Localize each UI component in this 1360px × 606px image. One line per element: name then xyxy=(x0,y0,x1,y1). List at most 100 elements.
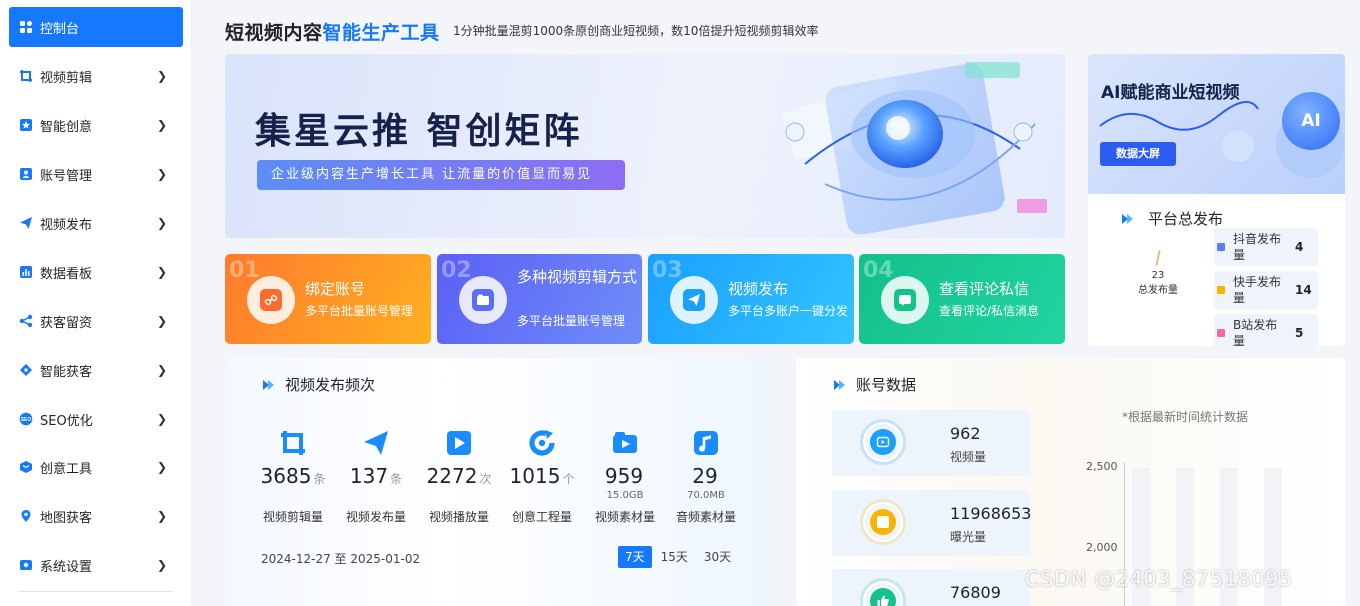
feature-card-title: 绑定账号 xyxy=(305,280,366,298)
section-marker-icon xyxy=(1122,213,1133,224)
hero-title: 集星云推 智创矩阵 xyxy=(255,111,583,152)
stat-label: 创意工程量 xyxy=(511,510,572,524)
crop-icon xyxy=(278,428,308,458)
feature-card-icon-wrap xyxy=(670,276,718,324)
feature-card-number: 03 xyxy=(652,258,683,283)
feature-card-2[interactable]: 02 多种视频剪辑方式 多平台批量账号管理 xyxy=(437,254,642,344)
metric-ring xyxy=(860,578,906,606)
settings-icon xyxy=(19,558,33,572)
star-icon xyxy=(19,118,33,132)
stat-label: 视频素材量 xyxy=(594,510,655,524)
platform-item: 抖音发布量 4 xyxy=(1214,228,1318,266)
platform-value: 5 xyxy=(1295,326,1304,340)
range-tab-0[interactable]: 7天 xyxy=(618,546,652,568)
ai-badge: AI xyxy=(1282,92,1340,150)
metric-value: 962 xyxy=(950,424,981,443)
video-icon xyxy=(870,429,896,455)
metric-value: 11968653 xyxy=(950,504,1032,523)
stat-item: 959 15.0GB 视频素材量 xyxy=(587,428,663,525)
user-card-icon xyxy=(19,167,33,181)
sidebar-item-4[interactable]: 视频发布 ❯ xyxy=(9,203,183,243)
stat-number: 3685 xyxy=(260,464,312,488)
platform-list: 抖音发布量 4 快手发布量 14 B站发布量 5 xyxy=(1214,228,1318,346)
sidebar-item-2[interactable]: 智能创意 ❯ xyxy=(9,105,183,145)
stats-note: *根据最新时间统计数据 xyxy=(1122,410,1249,424)
range-tabs: 7天 15天 30天 xyxy=(618,546,740,568)
paper-plane-icon xyxy=(19,216,33,230)
feature-card-subtitle: 查看评论/私信消息 xyxy=(939,304,1040,318)
stat-item: 1015 个创意工程量 xyxy=(504,428,580,525)
platform-value: 14 xyxy=(1295,283,1312,297)
total-publish: 23 总发布量 xyxy=(1128,249,1188,296)
feature-card-1[interactable]: 01 绑定账号 多平台批量账号管理 xyxy=(225,254,431,344)
chevron-right-icon: ❯ xyxy=(157,167,168,181)
platform-publish-title-text: 平台总发布 xyxy=(1148,210,1224,228)
promo-banner: AI赋能商业短视频 数据大屏 AI xyxy=(1088,54,1345,194)
sidebar-item-6[interactable]: 获客留资 ❯ xyxy=(9,301,183,341)
chevron-right-icon: ❯ xyxy=(157,558,168,572)
sidebar-item-label: 获客留资 xyxy=(40,315,93,331)
sidebar-item-11[interactable]: 系统设置 ❯ xyxy=(9,545,183,585)
account-metric: 76809 xyxy=(832,569,1030,606)
stat-size xyxy=(504,490,580,503)
video-stats-title: 视频发布频次 xyxy=(263,374,375,395)
range-tab-2[interactable]: 30天 xyxy=(697,546,738,568)
stat-size xyxy=(255,490,331,503)
section-marker-icon xyxy=(834,379,845,390)
stat-label: 视频播放量 xyxy=(428,510,489,524)
feature-card-icon-wrap xyxy=(459,276,507,324)
legend-swatch xyxy=(1217,243,1225,251)
stat-number: 137 xyxy=(349,464,389,488)
stat-value: 1015 个 xyxy=(504,464,580,488)
video-stats-panel: 视频发布频次 3685 条视频剪辑量 137 条视频发布量 2272 次视频播放量 1015… xyxy=(225,358,773,606)
sidebar-item-3[interactable]: 账号管理 ❯ xyxy=(9,154,183,194)
range-tab-1[interactable]: 15天 xyxy=(654,546,695,568)
sidebar-item-label: 智能获客 xyxy=(40,364,93,380)
account-metric: 11968653 曝光量 xyxy=(832,490,1032,556)
sidebar-item-10[interactable]: 地图获客 ❯ xyxy=(9,496,183,536)
platform-value: 4 xyxy=(1295,240,1304,254)
hero-banner[interactable]: 集星云推 智创矩阵 企业级内容生产增长工具 让流量的价值显而易见 xyxy=(225,54,1065,238)
stat-size: 70.0MB xyxy=(687,490,725,501)
sidebar-item-8[interactable]: SEO SEO优化 ❯ xyxy=(9,399,183,439)
chevron-right-icon: ❯ xyxy=(157,509,168,523)
comment-icon xyxy=(894,289,916,311)
platform-name: 抖音发布量 xyxy=(1233,232,1282,262)
stat-unit: 个 xyxy=(562,472,575,486)
feature-card-icon-wrap xyxy=(881,276,929,324)
sidebar-item-label: 数据看板 xyxy=(40,266,93,282)
stat-number: 959 xyxy=(604,464,644,488)
sidebar-item-9[interactable]: 创意工具 ❯ xyxy=(9,447,183,487)
promo-panel: AI赋能商业短视频 数据大屏 AI 平台总发布 23 总发布量 抖音发布量 4 快手… xyxy=(1088,54,1345,346)
data-screen-button[interactable]: 数据大屏 xyxy=(1100,142,1176,166)
chevron-right-icon: ❯ xyxy=(157,363,168,377)
platform-name: B站发布量 xyxy=(1233,318,1278,346)
sidebar-item-7[interactable]: 智能获客 ❯ xyxy=(9,350,183,390)
sidebar-item-5[interactable]: 数据看板 ❯ xyxy=(9,252,183,292)
play-icon xyxy=(444,428,474,458)
stat-number: 2272 xyxy=(426,464,478,488)
stat-label: 音频素材量 xyxy=(675,510,736,524)
sidebar-item-label: 账号管理 xyxy=(40,168,93,184)
sidebar-item-label: 视频剪辑 xyxy=(40,70,93,86)
account-data-title-text: 账号数据 xyxy=(856,376,917,394)
feature-card-number: 01 xyxy=(229,258,260,283)
account-metric: 962 视频量 xyxy=(832,410,1030,476)
platform-publish-title: 平台总发布 xyxy=(1122,208,1223,229)
svg-text:SEO: SEO xyxy=(21,417,32,423)
feature-card-title: 视频发布 xyxy=(728,280,789,298)
feature-card-number: 02 xyxy=(441,258,472,283)
promo-title: AI赋能商业短视频 xyxy=(1101,83,1240,103)
page-subtitle: 1分钟批量混剪1000条原创商业短视频，数10倍提升短视频剪辑效率 xyxy=(453,24,819,38)
stat-item: 2272 次视频播放量 xyxy=(421,428,497,525)
feature-card-3[interactable]: 03 视频发布 多平台多账户一键分发 xyxy=(648,254,854,344)
feature-card-4[interactable]: 04 查看评论私信 查看评论/私信消息 xyxy=(859,254,1065,344)
feature-card-title: 查看评论私信 xyxy=(939,280,1030,298)
map-pin-icon xyxy=(19,509,33,523)
sidebar-item-0[interactable]: 控制台 xyxy=(9,7,183,47)
network-icon xyxy=(19,363,33,377)
stat-item: 29 70.0MB 音频素材量 xyxy=(668,428,744,525)
chevron-right-icon: ❯ xyxy=(157,69,168,83)
sidebar-item-1[interactable]: 视频剪辑 ❯ xyxy=(9,56,183,96)
stat-size xyxy=(421,490,497,503)
